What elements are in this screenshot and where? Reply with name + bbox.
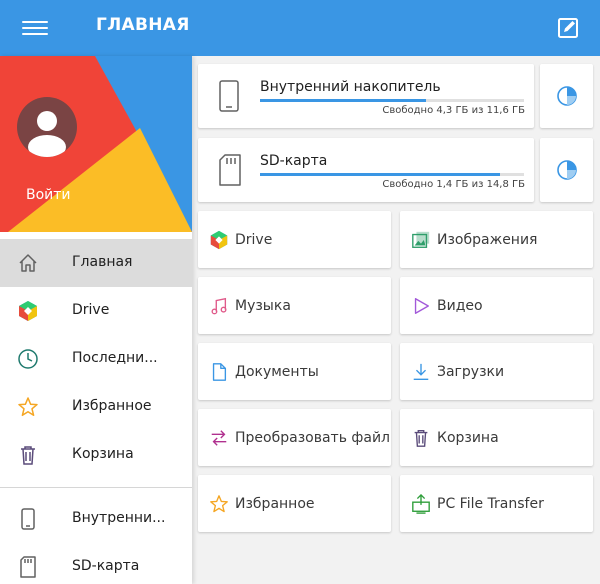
tile-drive[interactable]: Drive	[198, 211, 391, 268]
images-icon	[412, 231, 430, 248]
storage-info: Свободно 1,4 ГБ из 14,8 ГБ	[382, 179, 525, 190]
tile-label: Загрузки	[437, 364, 505, 380]
sidebar-item-internal-storage[interactable]: Внутренни...	[0, 495, 192, 543]
storage-name: Внутренний накопитель	[260, 79, 441, 95]
sidebar-item-recent[interactable]: Последни...	[0, 335, 192, 383]
video-icon	[414, 298, 429, 314]
tile-label: Избранное	[235, 496, 315, 512]
star-icon	[210, 495, 228, 513]
sdcard-icon	[20, 556, 36, 578]
tile-favorites[interactable]: Избранное	[198, 475, 391, 532]
tile-label: Видео	[437, 298, 483, 314]
music-icon	[211, 297, 227, 315]
pie-chart-icon	[556, 160, 577, 180]
drawer-divider	[0, 487, 192, 488]
tile-label: PC File Transfer	[437, 496, 544, 512]
sidebar-item-home[interactable]: Главная	[0, 239, 192, 287]
navigation-drawer: Войти Главная Drive Последни... Избранно…	[0, 56, 192, 584]
trash-icon	[21, 446, 35, 465]
pc-transfer-icon	[412, 494, 430, 514]
page-title: ГЛАВНАЯ	[96, 15, 190, 35]
phone-icon	[219, 80, 239, 112]
clock-icon	[18, 349, 38, 369]
tile-convert-file[interactable]: Преобразовать файл	[198, 409, 391, 466]
tile-video[interactable]: Видео	[400, 277, 593, 334]
sidebar-item-label: Внутренни...	[72, 510, 166, 526]
drive-icon	[210, 230, 228, 250]
tile-downloads[interactable]: Загрузки	[400, 343, 593, 400]
storage-card-sd[interactable]: SD-карта Свободно 1,4 ГБ из 14,8 ГБ	[198, 138, 534, 202]
tile-label: Изображения	[437, 232, 538, 248]
hamburger-icon[interactable]	[22, 17, 48, 39]
storage-progress	[260, 99, 524, 102]
storage-name: SD-карта	[260, 153, 328, 169]
tile-label: Преобразовать файл	[235, 430, 390, 446]
tile-music[interactable]: Музыка	[198, 277, 391, 334]
storage-analyze-button[interactable]	[540, 138, 593, 202]
home-icon	[19, 254, 37, 272]
tile-label: Корзина	[437, 430, 499, 446]
sidebar-item-label: Последни...	[72, 350, 158, 366]
tile-trash[interactable]: Корзина	[400, 409, 593, 466]
sidebar-item-label: Главная	[72, 254, 133, 270]
tile-images[interactable]: Изображения	[400, 211, 593, 268]
drive-icon	[19, 301, 37, 321]
storage-card-internal[interactable]: Внутренний накопитель Свободно 4,3 ГБ из…	[198, 64, 534, 128]
sidebar-item-label: SD-карта	[72, 558, 140, 574]
avatar[interactable]	[17, 97, 77, 157]
storage-analyze-button[interactable]	[540, 64, 593, 128]
document-icon	[212, 363, 227, 381]
tile-pc-file-transfer[interactable]: PC File Transfer	[400, 475, 593, 532]
convert-icon	[211, 430, 227, 446]
sidebar-item-label: Корзина	[72, 446, 134, 462]
tile-documents[interactable]: Документы	[198, 343, 391, 400]
storage-progress	[260, 173, 524, 176]
sidebar-item-trash[interactable]: Корзина	[0, 431, 192, 479]
sdcard-icon	[219, 154, 241, 186]
app-bar: ГЛАВНАЯ	[0, 0, 600, 56]
tile-label: Документы	[235, 364, 319, 380]
tile-label: Drive	[235, 232, 273, 248]
sidebar-item-drive[interactable]: Drive	[0, 287, 192, 335]
tile-label: Музыка	[235, 298, 291, 314]
pie-chart-icon	[556, 86, 577, 106]
sidebar-item-label: Drive	[72, 302, 110, 318]
drawer-header: Войти	[0, 56, 192, 232]
edit-icon[interactable]	[556, 16, 580, 40]
login-link[interactable]: Войти	[26, 187, 71, 203]
storage-info: Свободно 4,3 ГБ из 11,6 ГБ	[382, 105, 525, 116]
sidebar-item-favorites[interactable]: Избранное	[0, 383, 192, 431]
trash-icon	[414, 430, 428, 447]
sidebar-item-sd-card[interactable]: SD-карта	[0, 543, 192, 584]
phone-icon	[21, 508, 35, 530]
user-icon	[28, 111, 66, 157]
star-icon	[18, 397, 38, 417]
sidebar-item-label: Избранное	[72, 398, 152, 414]
download-icon	[413, 363, 429, 380]
